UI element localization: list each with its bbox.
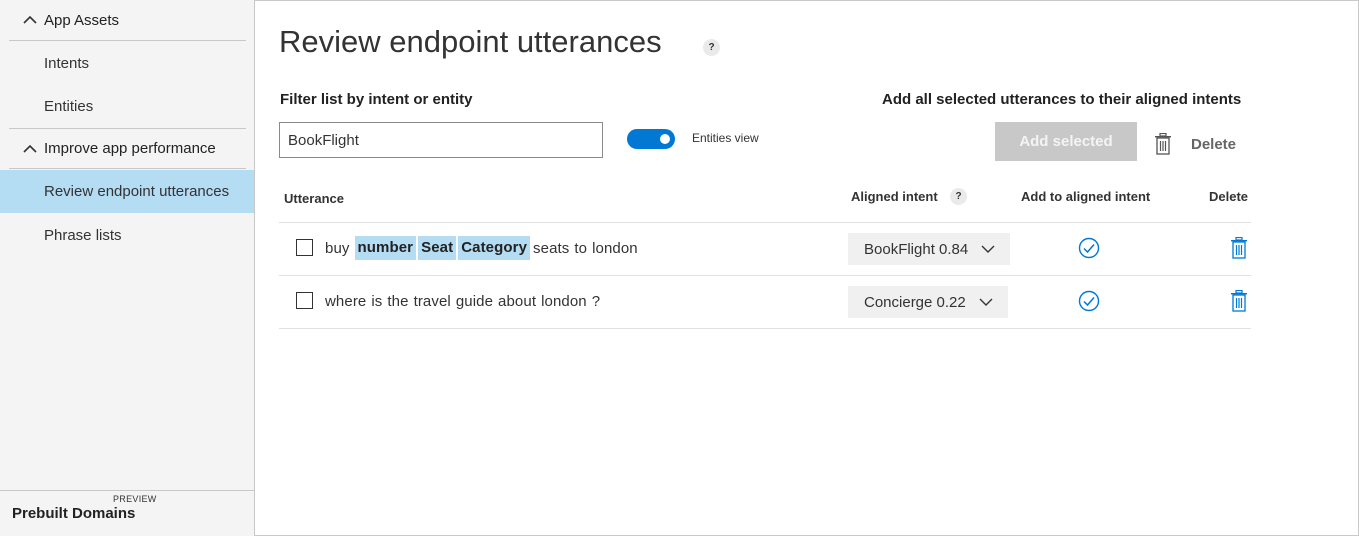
add-all-label: Add all selected utterances to their ali… <box>882 91 1242 108</box>
row-checkbox[interactable] <box>296 239 313 256</box>
chevron-down-icon <box>981 245 995 253</box>
chevron-up-icon <box>23 144 37 153</box>
check-circle-icon[interactable] <box>1078 237 1100 259</box>
utterance-token: guide <box>455 292 494 310</box>
divider <box>279 328 1251 329</box>
sidebar-item-entities[interactable]: Entities <box>0 85 254 128</box>
sidebar-group-label: App Assets <box>44 11 120 29</box>
trash-icon[interactable] <box>1230 290 1248 312</box>
column-header-utterance: Utterance <box>284 191 344 206</box>
utterance-token: london <box>592 239 638 257</box>
sidebar-item-intents[interactable]: Intents <box>0 42 254 85</box>
utterance-token: seats <box>533 239 570 257</box>
sidebar-item-prebuilt-domains[interactable]: PREVIEW Prebuilt Domains <box>0 490 254 536</box>
aligned-intent-dropdown[interactable]: BookFlight 0.84 <box>848 233 1011 265</box>
sidebar-group-label: Improve app performance <box>44 140 216 157</box>
utterance-token: travel <box>413 292 451 310</box>
utterance-token: london <box>541 292 587 310</box>
utterance-token: ? <box>591 292 601 310</box>
utterance-token: to <box>574 239 588 257</box>
entities-view-toggle[interactable] <box>627 129 675 149</box>
utterance-token: is <box>371 292 383 310</box>
delete-label: Delete <box>1191 135 1237 153</box>
sidebar-item-phrase-lists[interactable]: Phrase lists <box>0 214 254 257</box>
sidebar-group-improve-performance[interactable]: Improve app performance <box>9 128 246 169</box>
prebuilt-domains-label: Prebuilt Domains <box>12 505 136 522</box>
column-header-delete: Delete <box>1209 189 1249 204</box>
chevron-down-icon <box>979 298 993 306</box>
aligned-intent-value: BookFlight 0.84 <box>864 240 969 258</box>
filter-input[interactable] <box>279 122 603 158</box>
chevron-up-icon <box>23 15 37 24</box>
trash-icon[interactable] <box>1230 237 1248 259</box>
utterance-token: where <box>325 292 367 310</box>
sidebar-item-review-endpoint-utterances[interactable]: Review endpoint utterances <box>0 170 254 213</box>
sidebar-group-app-assets[interactable]: App Assets <box>9 0 246 41</box>
toggle-knob <box>660 134 670 144</box>
divider <box>279 275 1251 276</box>
check-circle-icon[interactable] <box>1078 290 1100 312</box>
trash-icon <box>1155 133 1171 155</box>
aligned-intent-dropdown[interactable]: Concierge 0.22 <box>848 286 1008 318</box>
utterance-token: the <box>387 292 409 310</box>
aligned-intent-value: Concierge 0.22 <box>864 293 966 311</box>
preview-badge: PREVIEW <box>113 494 157 504</box>
delete-selected-button[interactable]: Delete <box>1154 133 1236 155</box>
utterance-token: buy <box>325 239 350 257</box>
column-header-add-to-aligned-intent: Add to aligned intent <box>1021 189 1151 204</box>
page-title: Review endpoint utterances <box>279 24 662 59</box>
column-header-aligned-intent: Aligned intent <box>851 189 938 204</box>
filter-label: Filter list by intent or entity <box>280 91 473 108</box>
divider <box>279 222 1251 223</box>
help-icon[interactable]: ? <box>703 39 720 56</box>
sidebar: App Assets Intents Entities Improve app … <box>0 0 255 536</box>
add-selected-button[interactable]: Add selected <box>995 122 1137 161</box>
entities-view-label: Entities view <box>692 131 759 145</box>
entity-token[interactable]: Seat <box>418 236 457 260</box>
utterance-token: about <box>498 292 537 310</box>
row-checkbox[interactable] <box>296 292 313 309</box>
help-icon[interactable]: ? <box>950 188 967 205</box>
entity-token[interactable]: Category <box>458 236 531 260</box>
utterance-text: where is the travel guide about london ? <box>325 289 605 313</box>
utterance-text: buy number Seat Category seats to london <box>325 236 643 260</box>
entity-token[interactable]: number <box>354 236 417 260</box>
